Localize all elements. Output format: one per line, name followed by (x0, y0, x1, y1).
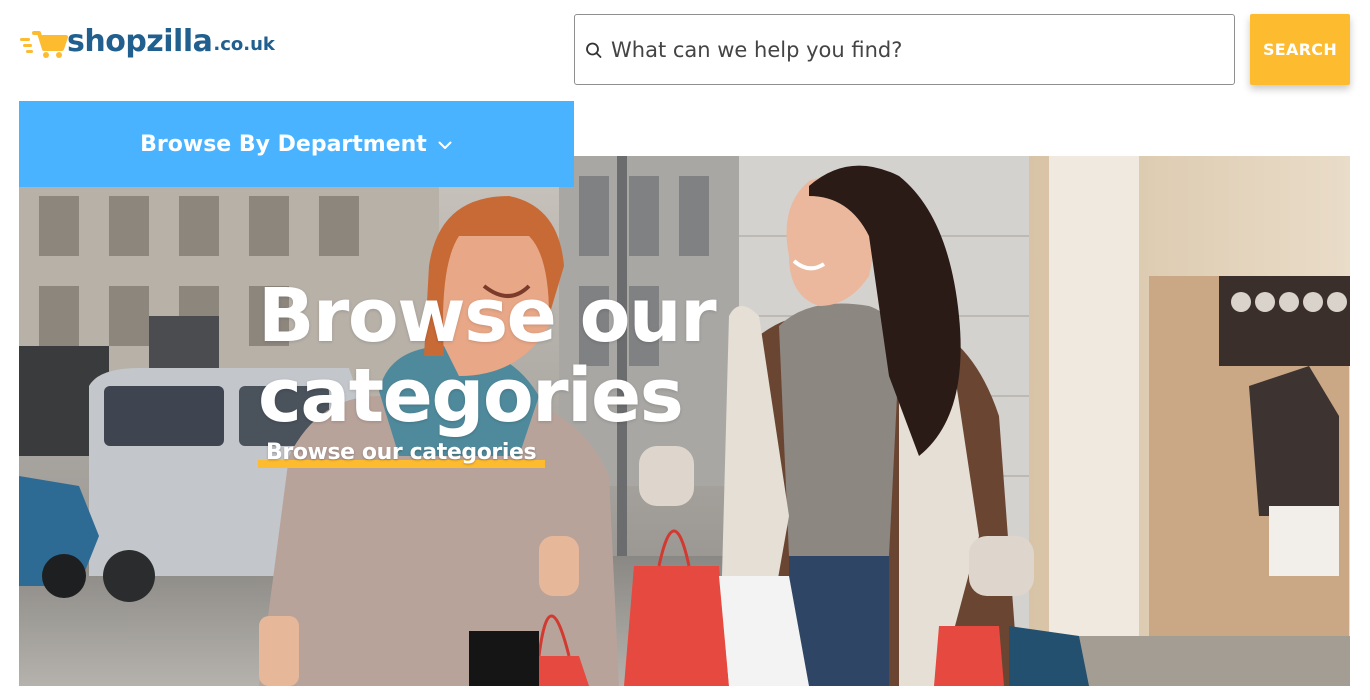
logo-brand-text: shopzilla (67, 24, 213, 59)
logo-tld-text: .co.uk (213, 34, 275, 55)
search-button[interactable]: SEARCH (1250, 14, 1350, 85)
browse-by-department-label: Browse By Department (140, 131, 427, 157)
search-box (574, 14, 1235, 85)
search-icon (586, 42, 602, 58)
chevron-down-icon (438, 141, 452, 149)
shopping-cart-speed-icon (20, 31, 68, 58)
browse-by-department-button[interactable]: Browse By Department (19, 101, 574, 187)
site-logo[interactable]: shopzilla .co.uk (19, 20, 275, 64)
page: shopzilla .co.uk SEARCH (0, 0, 1370, 700)
search-input[interactable] (611, 29, 1211, 70)
hero-title: Browse our categories (258, 273, 717, 439)
browse-categories-link[interactable]: Browse our categories (266, 440, 537, 465)
